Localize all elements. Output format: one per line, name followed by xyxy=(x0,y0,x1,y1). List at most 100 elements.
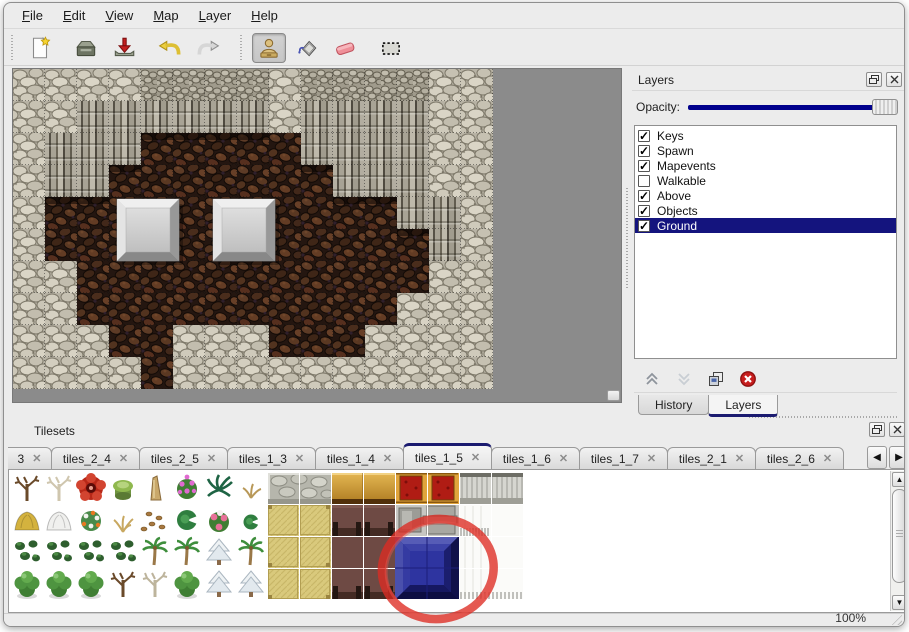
redo-button[interactable] xyxy=(191,33,225,63)
circled-blue-tile[interactable] xyxy=(395,536,459,600)
new-file-button[interactable] xyxy=(23,33,57,63)
layers-list: ✓Keys✓Spawn✓MapeventsWalkable✓Above✓Obje… xyxy=(634,125,897,359)
float-tilesets-button[interactable] xyxy=(869,422,885,437)
eraser-tool-button[interactable] xyxy=(328,33,362,63)
layer-row-keys[interactable]: ✓ Keys xyxy=(635,128,896,143)
tileset-tab-label: tiles_2_6 xyxy=(767,452,815,466)
layers-panel-title: Layers xyxy=(638,73,674,87)
layer-visibility-checkbox[interactable]: ✓ xyxy=(638,190,650,202)
layer-visibility-checkbox[interactable]: ✓ xyxy=(638,130,650,142)
fill-tool-button[interactable] xyxy=(290,33,324,63)
layer-name: Mapevents xyxy=(657,159,716,173)
map-platform[interactable] xyxy=(213,199,279,265)
dock-tab-history[interactable]: History xyxy=(638,395,709,415)
tileset-tab-tiles_2_6[interactable]: tiles_2_6 ✕ xyxy=(755,447,844,470)
tileset-tab-label: tiles_1_7 xyxy=(591,452,639,466)
tileset-tab-3[interactable]: 3✕ xyxy=(8,447,52,470)
undo-button[interactable] xyxy=(153,33,187,63)
opacity-label: Opacity: xyxy=(636,100,680,114)
tileset-tab-tiles_1_7[interactable]: tiles_1_7 ✕ xyxy=(579,447,668,470)
menu-item-layer[interactable]: Layer xyxy=(189,5,242,26)
layer-row-above[interactable]: ✓Above xyxy=(635,188,896,203)
tab-close-icon[interactable]: ✕ xyxy=(735,452,744,465)
tab-close-icon[interactable]: ✕ xyxy=(647,452,656,465)
layers-panel: Layers Opacity: ✓Keys✓Spawn✓MapeventsWal… xyxy=(632,69,905,414)
tileset-tab-tiles_1_3[interactable]: tiles_1_3✕ xyxy=(227,447,316,470)
tab-close-icon[interactable]: ✕ xyxy=(32,452,41,465)
tab-close-icon[interactable]: ✕ xyxy=(119,452,128,465)
tileset-image[interactable] xyxy=(11,472,531,604)
layer-row-ground[interactable]: ✓Ground xyxy=(635,218,896,233)
opacity-slider-handle[interactable] xyxy=(872,99,898,115)
vertical-splitter[interactable] xyxy=(625,188,629,288)
stamp-tool-button[interactable] xyxy=(252,33,286,63)
map-corner-grip[interactable] xyxy=(607,390,620,401)
menu-item-help[interactable]: Help xyxy=(241,5,288,26)
tilesets-header: Tilesets xyxy=(8,421,905,441)
eraser-icon xyxy=(332,35,358,61)
tileset-tab-label: tiles_2_4 xyxy=(63,452,111,466)
open-button[interactable] xyxy=(69,33,103,63)
scroll-up-button[interactable]: ▲ xyxy=(892,472,905,487)
raise-layer-button[interactable] xyxy=(640,367,664,391)
layer-row-objects[interactable]: ✓ Objects xyxy=(635,203,896,218)
select-tool-button[interactable] xyxy=(374,33,408,63)
redo-icon xyxy=(195,35,221,61)
close-panel-button[interactable] xyxy=(886,72,902,87)
tab-close-icon[interactable]: ✕ xyxy=(823,452,832,465)
zoom-level: 100% xyxy=(835,611,866,625)
layer-row-spawn[interactable]: ✓Spawn xyxy=(635,143,896,158)
float-panel-button[interactable] xyxy=(866,72,882,87)
layer-name: Keys xyxy=(657,129,684,143)
menu-item-view[interactable]: View xyxy=(95,5,143,26)
layer-visibility-checkbox[interactable]: ✓ xyxy=(638,145,650,157)
selection-icon xyxy=(378,35,404,61)
opacity-slider[interactable] xyxy=(688,99,898,115)
tab-close-icon[interactable]: ✕ xyxy=(295,452,304,465)
layer-visibility-checkbox[interactable]: ✓ xyxy=(638,220,650,232)
save-button[interactable] xyxy=(107,33,141,63)
dock-tab-layers[interactable]: Layers xyxy=(708,395,778,417)
tab-scroll-right-button[interactable]: ▶ xyxy=(889,446,905,469)
layer-name: Objects xyxy=(657,204,698,218)
lower-layer-button[interactable] xyxy=(672,367,696,391)
toolbar-grip-2[interactable] xyxy=(239,35,244,61)
tileset-tab-tiles_1_5[interactable]: tiles_1_5 ✕ xyxy=(403,443,492,470)
tileset-tab-label: tiles_2_5 xyxy=(151,452,199,466)
map-platform[interactable] xyxy=(117,199,183,265)
tileset-tab-tiles_1_4[interactable]: tiles_1_4✕ xyxy=(315,447,404,470)
delete-layer-button[interactable] xyxy=(736,367,760,391)
tab-scroll-left-button[interactable]: ◀ xyxy=(867,446,887,469)
tab-close-icon[interactable]: ✕ xyxy=(207,452,216,465)
tileset-tab-label: tiles_1_5 xyxy=(415,451,463,465)
tilesets-panel: Tilesets 3✕tiles_2_4✕tiles_2_5✕tiles_1_3… xyxy=(8,421,905,615)
toolbar-grip[interactable] xyxy=(10,35,15,61)
resize-grip[interactable] xyxy=(888,613,902,625)
tab-close-icon[interactable]: ✕ xyxy=(471,451,480,464)
tab-close-icon[interactable]: ✕ xyxy=(383,452,392,465)
save-icon xyxy=(111,35,137,61)
tab-close-icon[interactable]: ✕ xyxy=(559,452,568,465)
layer-visibility-checkbox[interactable]: ✓ xyxy=(638,205,650,217)
tileset-tab-tiles_1_6[interactable]: tiles_1_6✕ xyxy=(491,447,580,470)
scroll-down-button[interactable]: ▼ xyxy=(892,595,905,610)
scroll-thumb[interactable] xyxy=(892,489,905,583)
layer-visibility-checkbox[interactable]: ✓ xyxy=(638,160,650,172)
tileset-tab-tiles_2_5[interactable]: tiles_2_5 ✕ xyxy=(139,447,228,470)
tileset-tab-tiles_2_4[interactable]: tiles_2_4 ✕ xyxy=(51,447,140,470)
menu-item-file[interactable]: File xyxy=(12,5,53,26)
close-tilesets-button[interactable] xyxy=(889,422,905,437)
menu-item-map[interactable]: Map xyxy=(143,5,188,26)
tilesets-title: Tilesets xyxy=(34,424,75,438)
app-window: FileEditViewMapLayerHelp xyxy=(3,2,905,627)
status-bar: 100% xyxy=(4,613,904,626)
tileset-scrollbar[interactable]: ▲ ▼ xyxy=(890,471,905,611)
duplicate-layer-button[interactable] xyxy=(704,367,728,391)
layer-row-mapevents[interactable]: ✓ Mapevents xyxy=(635,158,896,173)
layer-visibility-checkbox[interactable] xyxy=(638,175,650,187)
layer-row-walkable[interactable]: Walkable xyxy=(635,173,896,188)
dock-tabs: HistoryLayers xyxy=(638,395,777,417)
map-canvas[interactable] xyxy=(13,69,495,391)
tileset-tab-tiles_2_1[interactable]: tiles_2_1✕ xyxy=(667,447,756,470)
menu-item-edit[interactable]: Edit xyxy=(53,5,95,26)
